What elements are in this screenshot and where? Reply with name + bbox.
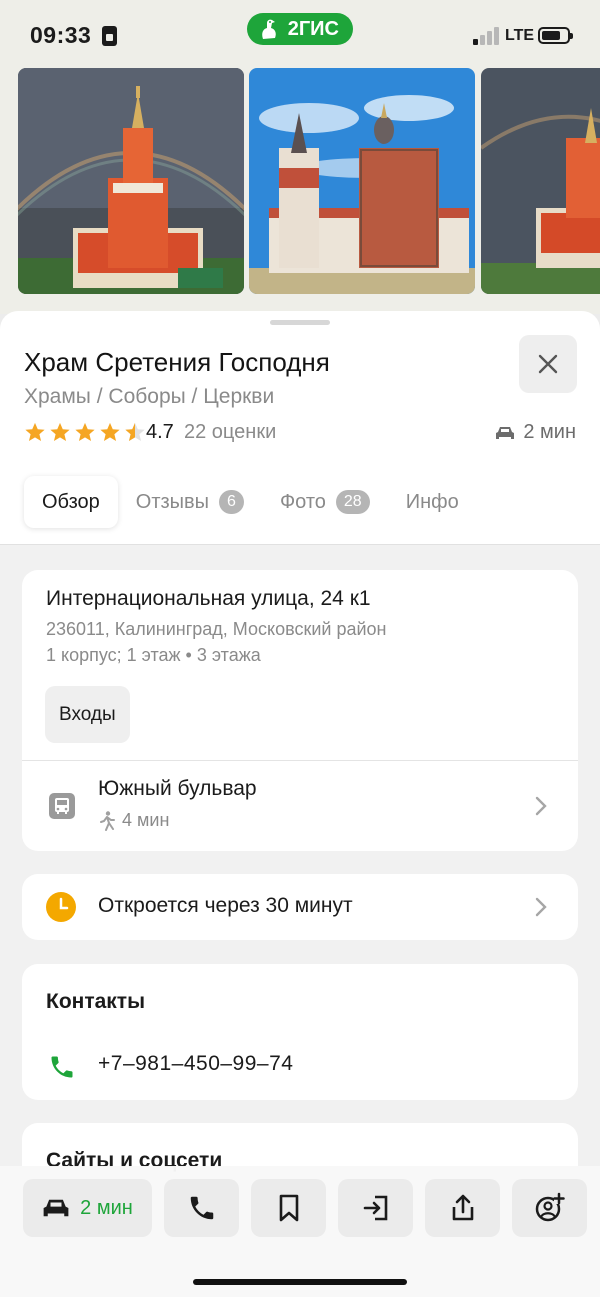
call-button[interactable]: [164, 1179, 239, 1237]
brand-name: 2ГИС: [287, 17, 339, 40]
entrance-icon: [363, 1195, 387, 1221]
phone-icon: [190, 1196, 213, 1220]
rating-count[interactable]: 22 оценки: [184, 421, 276, 444]
clock-icon: [46, 892, 76, 922]
address-street[interactable]: Интернациональная улица, 24 к1: [46, 587, 371, 611]
phone-icon: [51, 1056, 73, 1078]
rating-value: 4.7: [146, 421, 174, 443]
hours-status: Откроется через 30 минут: [98, 894, 353, 917]
contacts-title: Контакты: [46, 990, 146, 1013]
star-icon: [50, 422, 70, 441]
share-button[interactable]: [425, 1179, 500, 1237]
add-contact-icon: [535, 1192, 565, 1222]
reviews-count-badge: 6: [219, 490, 244, 514]
photos-count-badge: 28: [335, 490, 370, 514]
car-icon: [43, 1199, 69, 1217]
star-icon: [25, 422, 45, 441]
photo-gallery[interactable]: [0, 64, 600, 314]
place-sheet: Храм Сретения Господня Храмы / Соборы / …: [0, 311, 600, 1297]
hours-card[interactable]: Откроется через 30 минут: [22, 874, 578, 940]
half-star-icon: [125, 422, 145, 441]
brand-logo[interactable]: 2ГИС: [247, 13, 353, 45]
transit-stop-name: Южный бульвар: [98, 777, 257, 800]
entrance-button[interactable]: [338, 1179, 413, 1237]
transit-walk-time: 4 мин: [98, 810, 169, 831]
walk-icon: [100, 810, 115, 831]
drive-time[interactable]: 2 мин: [495, 421, 576, 444]
walk-time-label: 4 мин: [122, 810, 170, 830]
close-button[interactable]: [519, 335, 577, 393]
tab-overview[interactable]: Обзор: [24, 476, 118, 528]
rating-stars: [24, 421, 146, 443]
contacts-card: Контакты +7‒981‒450‒99‒74: [22, 964, 578, 1100]
tab-label: Инфо: [405, 490, 459, 513]
route-button[interactable]: 2 мин: [23, 1179, 152, 1237]
tab-label: Фото: [279, 490, 326, 513]
close-icon: [538, 354, 558, 374]
signal-icon: [473, 27, 499, 45]
tab-reviews[interactable]: Отзывы 6: [118, 476, 262, 528]
share-icon: [452, 1194, 473, 1221]
photo-3[interactable]: [481, 68, 600, 294]
star-icon: [75, 422, 95, 441]
place-title: Храм Сретения Господня: [24, 347, 330, 377]
address-building: 1 корпус; 1 этаж • 3 этажа: [46, 645, 261, 665]
bird-logo-icon: [262, 19, 276, 39]
status-bar: 09:33 2ГИС LTE: [0, 0, 600, 64]
tab-bar: Обзор Отзывы 6 Фото 28 Инфо: [24, 476, 477, 528]
place-category[interactable]: Храмы / Соборы / Церкви: [24, 385, 274, 409]
chevron-right-icon: [535, 897, 547, 917]
entrances-button[interactable]: Входы: [45, 686, 130, 743]
address-city: 236011, Калининград, Московский район: [46, 619, 387, 639]
sheet-grabber[interactable]: [270, 320, 330, 325]
place-header: Храм Сретения Господня Храмы / Соборы / …: [0, 311, 600, 545]
divider: [22, 760, 578, 761]
chevron-right-icon: [535, 796, 547, 816]
tab-label: Отзывы: [135, 490, 210, 513]
bookmark-icon: [279, 1194, 298, 1222]
address-card: Интернациональная улица, 24 к1 236011, К…: [22, 570, 578, 851]
battery-icon: [538, 27, 573, 44]
car-icon: [496, 426, 515, 439]
add-contact-button[interactable]: [512, 1179, 587, 1237]
bookmark-button[interactable]: [251, 1179, 326, 1237]
tab-label: Обзор: [42, 490, 100, 513]
star-icon: [100, 422, 120, 441]
bus-icon: [49, 793, 75, 819]
photo-1[interactable]: [18, 68, 244, 294]
home-indicator[interactable]: [193, 1279, 407, 1285]
action-bar: 2 мин: [0, 1166, 600, 1297]
photo-2[interactable]: [249, 68, 475, 294]
status-time: 09:33: [30, 22, 92, 48]
network-type: LTE: [505, 27, 535, 44]
sim-card-icon: [102, 26, 117, 46]
route-time: 2 мин: [80, 1196, 133, 1219]
drive-time-label: 2 мин: [523, 421, 576, 443]
phone-number: +7‒981‒450‒99‒74: [98, 1052, 294, 1075]
tab-photos[interactable]: Фото 28: [262, 476, 388, 528]
tab-info[interactable]: Инфо: [388, 476, 477, 528]
